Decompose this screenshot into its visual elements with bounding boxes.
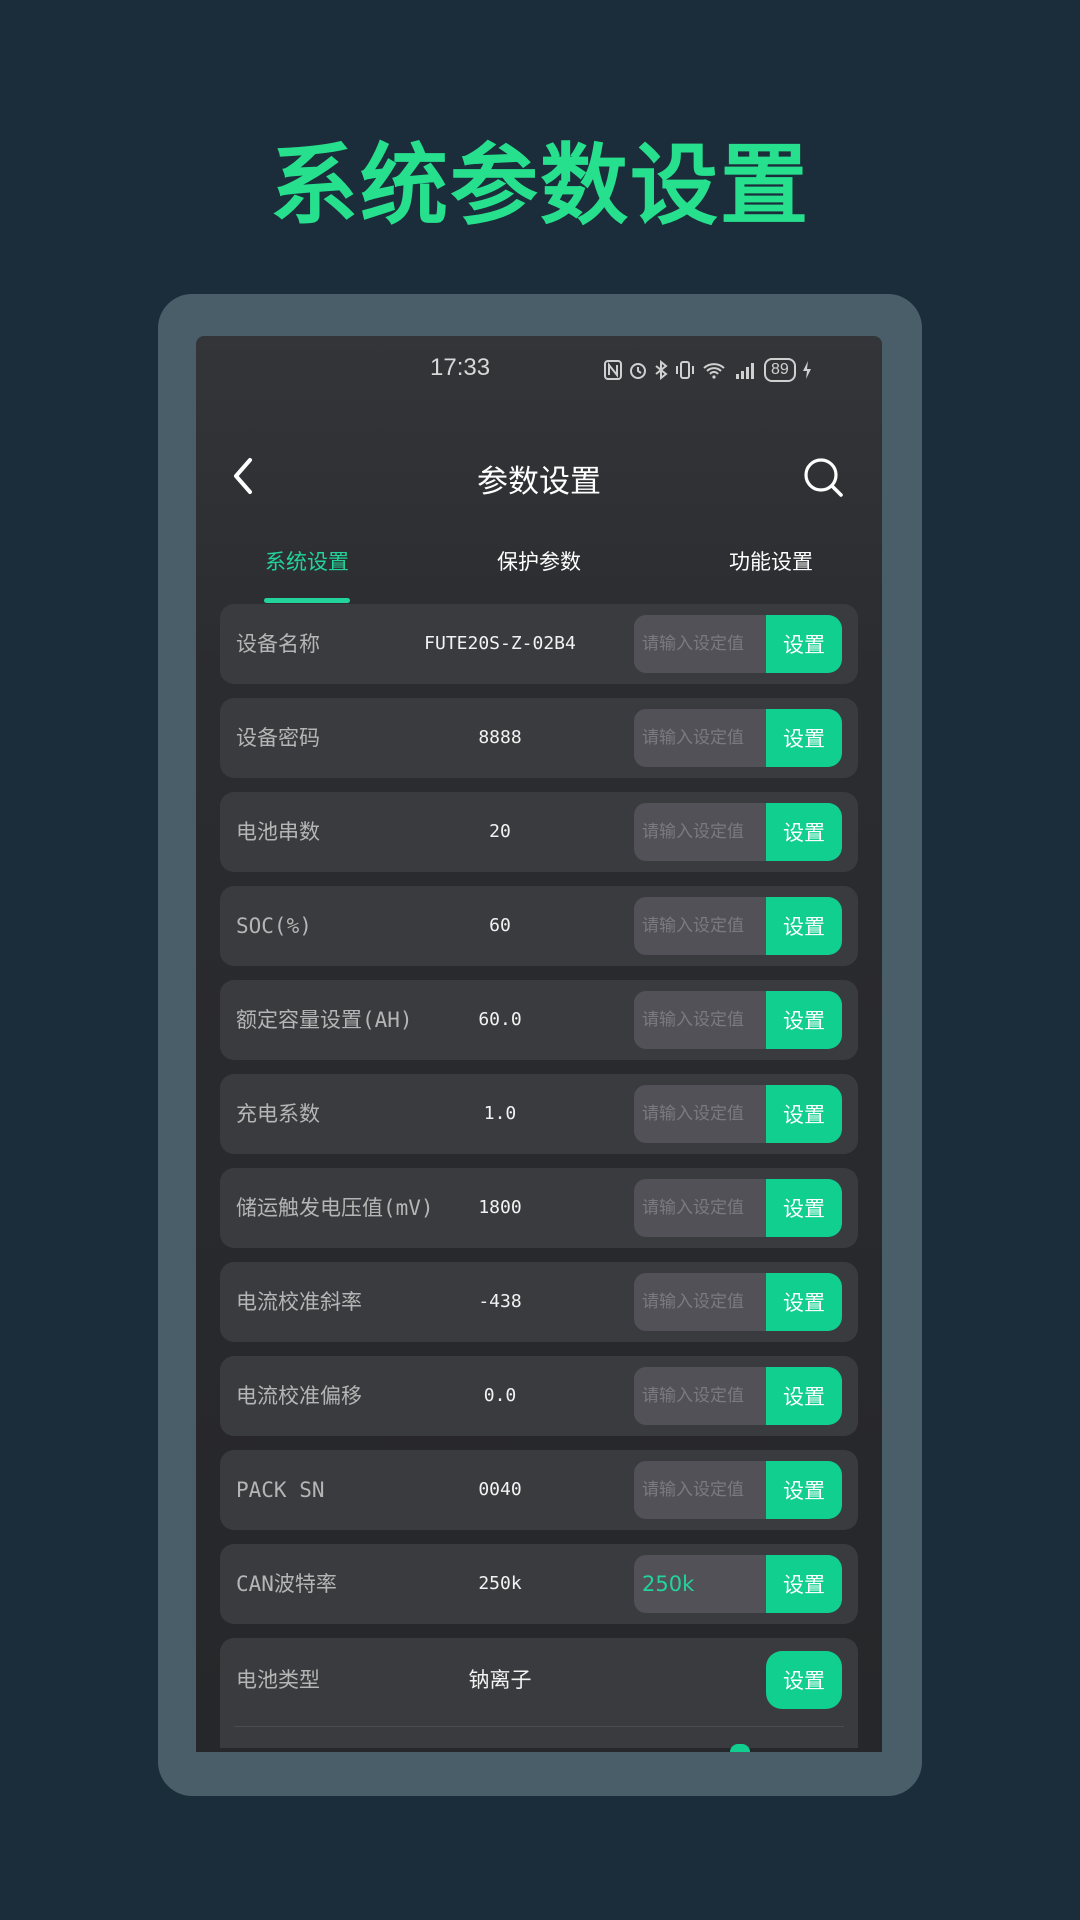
setting-row: 电池串数 20 设置 <box>220 792 858 872</box>
phone-screen: 17:33 89 参数设置 系统设置 保护参数 功能设置 设备名称 FUTE20… <box>196 336 882 1752</box>
setting-label: 充电系数 <box>236 1102 320 1126</box>
vibrate-icon <box>674 360 696 380</box>
setting-row: 储运触发电压值(mV) 1800 设置 <box>220 1168 858 1248</box>
bluetooth-icon <box>654 360 668 380</box>
signal-5g-icon <box>732 360 758 380</box>
search-icon <box>804 458 843 497</box>
setting-row: 设备密码 8888 设置 <box>220 698 858 778</box>
setting-label: 电池串数 <box>236 820 320 844</box>
page-title: 参数设置 <box>477 464 601 500</box>
setting-row-battery-type: 电池类型 钠离子 设置 <box>220 1638 858 1752</box>
setting-value: 60 <box>489 915 511 936</box>
setting-row: 电流校准偏移 0.0 设置 <box>220 1356 858 1436</box>
setting-row: 设备名称 FUTE20S-Z-02B4 设置 <box>220 604 858 684</box>
status-bar: 17:33 89 <box>196 336 882 408</box>
tab-bar: 系统设置 保护参数 功能设置 <box>196 536 882 606</box>
setting-value: FUTE20S-Z-02B4 <box>424 633 576 654</box>
setting-input[interactable] <box>634 709 784 767</box>
setting-row: SOC(%) 60 设置 <box>220 886 858 966</box>
set-button[interactable]: 设置 <box>766 1367 842 1425</box>
header: 参数设置 <box>196 436 882 506</box>
setting-label: 额定容量设置(AH) <box>236 1008 413 1032</box>
tab-function-settings[interactable]: 功能设置 <box>691 546 851 576</box>
set-button[interactable]: 设置 <box>766 1555 842 1613</box>
setting-value: 钠离子 <box>468 1668 532 1692</box>
setting-label: 设备名称 <box>236 632 320 656</box>
setting-label: 设备密码 <box>236 726 320 750</box>
setting-value: 1800 <box>478 1197 522 1218</box>
tab-active-indicator <box>264 598 350 603</box>
set-button[interactable]: 设置 <box>766 897 842 955</box>
status-time: 17:33 <box>430 354 491 381</box>
setting-value: 20 <box>489 821 511 842</box>
setting-input[interactable] <box>634 803 784 861</box>
radio-peek <box>730 1744 750 1752</box>
set-button[interactable]: 设置 <box>766 1179 842 1237</box>
set-button[interactable]: 设置 <box>766 1273 842 1331</box>
set-button[interactable]: 设置 <box>766 709 842 767</box>
setting-input[interactable] <box>634 1367 784 1425</box>
tab-protection-params[interactable]: 保护参数 <box>459 546 619 576</box>
status-icons: 89 <box>604 356 812 384</box>
setting-value: 8888 <box>478 727 522 748</box>
wifi-icon <box>702 360 726 380</box>
setting-label: 储运触发电压值(mV) <box>236 1196 434 1220</box>
setting-input[interactable] <box>634 615 784 673</box>
setting-row: PACK SN 0040 设置 <box>220 1450 858 1530</box>
setting-label: 电池类型 <box>236 1668 320 1692</box>
setting-label: SOC(%) <box>236 914 312 938</box>
set-button[interactable]: 设置 <box>766 1651 842 1709</box>
setting-label: PACK SN <box>236 1478 325 1502</box>
setting-value: 0.0 <box>483 1385 517 1406</box>
setting-label: CAN波特率 <box>236 1572 337 1596</box>
setting-input[interactable] <box>634 897 784 955</box>
setting-input[interactable] <box>634 1085 784 1143</box>
alarm-icon <box>628 360 648 380</box>
setting-row: CAN波特率 250k 设置 <box>220 1544 858 1624</box>
setting-value: 1.0 <box>483 1103 517 1124</box>
setting-input[interactable] <box>634 1273 784 1331</box>
setting-input[interactable] <box>634 1461 784 1519</box>
setting-label: 电流校准斜率 <box>236 1290 362 1314</box>
battery-icon: 89 <box>764 358 796 382</box>
setting-value: 60.0 <box>478 1009 522 1030</box>
charging-icon <box>802 360 812 380</box>
setting-row: 电流校准斜率 -438 设置 <box>220 1262 858 1342</box>
hero-title: 系统参数设置 <box>269 134 810 237</box>
setting-value: 0040 <box>478 1479 522 1500</box>
setting-input[interactable] <box>634 1555 784 1613</box>
set-button[interactable]: 设置 <box>766 1085 842 1143</box>
search-button[interactable] <box>802 456 846 500</box>
tab-system-settings[interactable]: 系统设置 <box>227 546 387 576</box>
setting-label: 电流校准偏移 <box>236 1384 362 1408</box>
setting-value: -438 <box>478 1291 522 1312</box>
set-button[interactable]: 设置 <box>766 615 842 673</box>
setting-input[interactable] <box>634 1179 784 1237</box>
setting-input[interactable] <box>634 991 784 1049</box>
divider <box>234 1726 844 1727</box>
nfc-icon <box>604 360 622 380</box>
set-button[interactable]: 设置 <box>766 991 842 1049</box>
setting-row: 充电系数 1.0 设置 <box>220 1074 858 1154</box>
setting-row: 额定容量设置(AH) 60.0 设置 <box>220 980 858 1060</box>
set-button[interactable]: 设置 <box>766 803 842 861</box>
setting-value: 250k <box>478 1573 522 1594</box>
set-button[interactable]: 设置 <box>766 1461 842 1519</box>
